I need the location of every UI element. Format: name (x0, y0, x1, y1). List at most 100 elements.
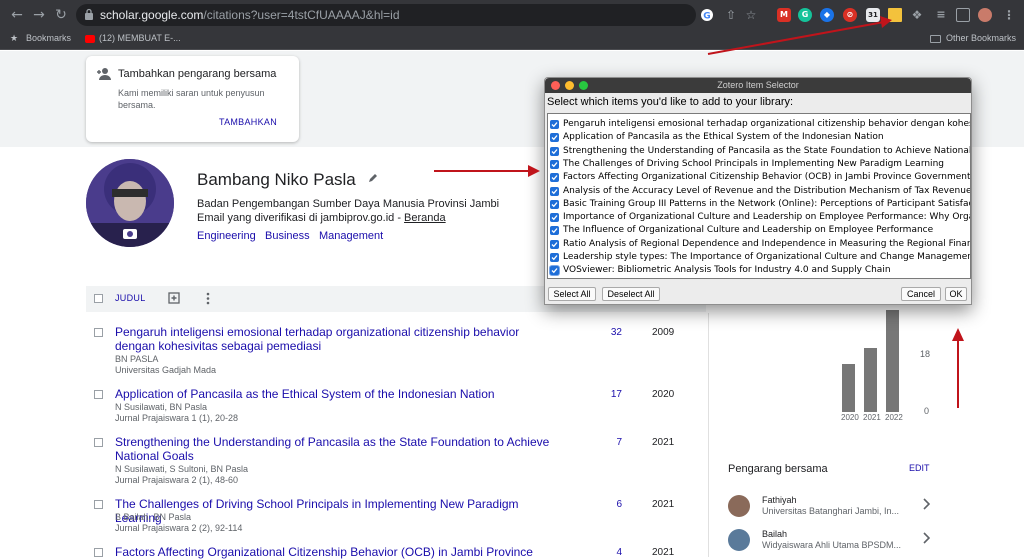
dialog-titlebar: Zotero Item Selector (545, 78, 971, 93)
sort-by-title[interactable]: JUDUL (115, 293, 146, 303)
interest-engineering[interactable]: Engineering (197, 230, 256, 242)
menu-kebab-icon[interactable]: ⋮ (1002, 8, 1016, 22)
extensions-puzzle-icon[interactable]: ❖ (910, 8, 924, 22)
profile-photo[interactable] (86, 159, 174, 247)
checkbox-checked-icon[interactable] (550, 226, 559, 236)
cited-by-count[interactable]: 32 (602, 327, 622, 338)
deselect-all-button[interactable]: Deselect All (602, 287, 660, 301)
block-extension-icon[interactable]: ⊘ (843, 8, 857, 22)
item-list-row[interactable]: The Challenges of Driving School Princip… (550, 158, 970, 171)
checkbox-checked-icon[interactable] (550, 253, 559, 262)
citation-bar-2021[interactable] (864, 347, 877, 412)
row-checkbox[interactable] (94, 548, 103, 557)
address-bar[interactable]: scholar.google.com/citations?user=4tstCf… (76, 4, 756, 26)
cited-by-count[interactable]: 4 (602, 547, 622, 558)
cited-by-count[interactable]: 17 (602, 389, 622, 400)
google-icon[interactable]: G (700, 8, 714, 22)
chevron-right-icon (923, 498, 930, 510)
add-coauthor-button[interactable]: TAMBAHKAN (219, 117, 277, 127)
mendeley-extension-icon[interactable]: M (777, 8, 791, 22)
checkbox-checked-icon[interactable] (550, 186, 559, 196)
item-list-row[interactable]: Analysis of the Accuracy Level of Revenu… (550, 185, 970, 198)
shield-extension-icon[interactable]: ◆ (820, 8, 834, 22)
item-list-row[interactable]: Pengaruh inteligensi emosional terhadap … (550, 118, 970, 131)
publication-title[interactable]: Strengthening the Understanding of Panca… (115, 435, 555, 463)
person-add-icon (97, 68, 111, 80)
edit-pencil-icon[interactable] (367, 172, 379, 184)
checkbox-checked-icon[interactable] (550, 146, 559, 156)
browser-toolbar: ← → ↻ scholar.google.com/citations?user=… (0, 0, 1024, 30)
star-icon[interactable]: ☆ (744, 8, 758, 22)
item-list-row[interactable]: Ratio Analysis of Regional Dependence an… (550, 238, 970, 251)
publication-venue: Jurnal Prajaiswara 2 (1), 48-60 (115, 475, 239, 485)
interest-business[interactable]: Business (265, 230, 310, 242)
publication-title[interactable]: Pengaruh inteligensi emosional terhadap … (115, 325, 555, 353)
profile-photo-image (86, 159, 174, 247)
profile-name: Bambang Niko Pasla (197, 170, 356, 189)
item-title: Leadership style types: The Importance o… (563, 252, 971, 262)
publication-row: Application of Pancasila as the Ethical … (86, 387, 706, 425)
row-checkbox[interactable] (94, 390, 103, 399)
citation-bar-2022[interactable] (886, 310, 899, 412)
item-list-row[interactable]: Basic Training Group III Patterns in the… (550, 198, 970, 211)
item-list-row[interactable]: Factors Affecting Organizational Citizen… (550, 171, 970, 184)
other-bookmarks[interactable]: Other Bookmarks (946, 33, 1016, 43)
item-title: Application of Pancasila as the Ethical … (563, 132, 884, 143)
item-list-row[interactable]: The Influence of Organizational Culture … (550, 224, 970, 237)
checkbox-checked-icon[interactable] (550, 239, 559, 249)
item-list-row[interactable]: Leadership style types: The Importance o… (550, 251, 970, 264)
item-list-row[interactable]: Application of Pancasila as the Ethical … (550, 131, 970, 144)
checkbox-checked-icon[interactable] (550, 159, 559, 169)
item-list-row[interactable]: Importance of Organizational Culture and… (550, 211, 970, 224)
cited-by-count[interactable]: 7 (602, 437, 622, 448)
ok-button[interactable]: OK (945, 287, 967, 301)
item-title: The Challenges of Driving School Princip… (563, 158, 944, 169)
zotero-folder-icon[interactable] (888, 8, 902, 22)
citation-bar-2020[interactable] (842, 363, 855, 412)
row-checkbox[interactable] (94, 500, 103, 509)
coauthors-edit-button[interactable]: EDIT (909, 463, 930, 473)
forward-icon[interactable]: → (30, 6, 48, 24)
interest-management[interactable]: Management (319, 230, 383, 242)
publication-venue: Jurnal Prajaiswara 2 (2), 92-114 (115, 523, 243, 533)
select-all-checkbox[interactable] (94, 294, 103, 303)
dialog-prompt: Select which items you'd like to add to … (547, 96, 794, 108)
reload-icon[interactable]: ↻ (52, 6, 70, 24)
sidebar-icon[interactable] (956, 8, 970, 22)
media-queue-icon[interactable]: ≡ (934, 8, 948, 22)
more-options-icon[interactable] (205, 291, 211, 306)
checkbox-checked-icon[interactable] (550, 133, 559, 143)
calendar-extension-icon[interactable]: 31 (866, 8, 880, 22)
back-icon[interactable]: ← (8, 6, 26, 24)
bookmark-youtube[interactable]: (12) MEMBUAT E-... (99, 33, 181, 43)
checkbox-checked-icon[interactable] (550, 120, 559, 129)
checkbox-checked-icon[interactable] (550, 213, 559, 223)
x-tick-label: 2021 (863, 413, 881, 422)
coauthor-item[interactable]: Fathiyah Universitas Batanghari Jambi, I… (728, 495, 938, 519)
item-list-row[interactable]: VOSviewer: Bibliometric Analysis Tools f… (550, 264, 970, 277)
item-list[interactable]: Pengaruh inteligensi emosional terhadap … (547, 113, 971, 279)
publication-year: 2021 (652, 437, 675, 448)
coauthor-item[interactable]: Bailah Widyaiswara Ahli Utama BPSDM... (728, 529, 938, 553)
row-checkbox[interactable] (94, 328, 103, 337)
publication-authors: BN PASLA (115, 354, 159, 364)
checkbox-checked-icon[interactable] (550, 173, 559, 183)
row-checkbox[interactable] (94, 438, 103, 447)
cited-by-count[interactable]: 6 (602, 499, 622, 510)
publication-title[interactable]: Application of Pancasila as the Ethical … (115, 387, 555, 401)
grammarly-extension-icon[interactable]: G (798, 8, 812, 22)
cancel-button[interactable]: Cancel (901, 287, 941, 301)
profile-avatar-icon[interactable] (978, 8, 992, 22)
coauthor-name: Bailah (762, 529, 788, 539)
item-list-row[interactable]: Strengthening the Understanding of Panca… (550, 145, 970, 158)
checkbox-checked-icon[interactable] (550, 199, 559, 209)
bookmarks-label[interactable]: Bookmarks (26, 33, 71, 43)
add-article-icon[interactable] (168, 292, 181, 305)
zotero-item-selector-dialog: Zotero Item Selector Select which items … (544, 77, 972, 305)
homepage-link[interactable]: Beranda (404, 212, 446, 224)
checkbox-checked-icon[interactable] (550, 266, 559, 276)
share-icon[interactable]: ⇧ (724, 8, 738, 22)
item-title: Basic Training Group III Patterns in the… (563, 198, 971, 209)
profile-email: Email yang diverifikasi di jambiprov.go.… (197, 212, 446, 224)
select-all-button[interactable]: Select All (548, 287, 596, 301)
